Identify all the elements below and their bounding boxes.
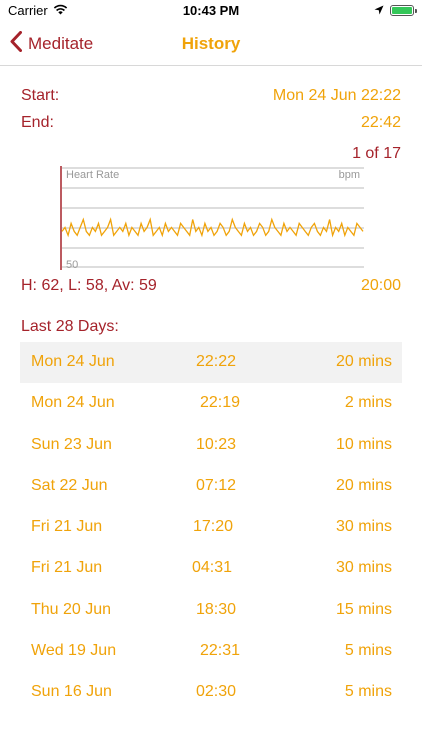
end-row: End: 22:42 [21, 114, 401, 132]
history-duration: 10 mins [335, 435, 392, 453]
start-value: Mon 24 Jun 22:22 [272, 87, 401, 104]
start-row: Start: Mon 24 Jun 22:22 [21, 87, 401, 105]
history-row[interactable]: Fri 21 Jun 04:31 30 mins [20, 548, 402, 589]
history-list: Mon 24 Jun 22:22 20 mins Mon 24 Jun 22:1… [20, 342, 402, 714]
history-time: 22:31 [200, 642, 241, 660]
history-row[interactable]: Sun 16 Jun 02:30 5 mins [20, 672, 402, 713]
history-time: 10:23 [196, 435, 237, 453]
history-screen: Carrier 10:43 PM Meditate History Start:… [0, 0, 422, 750]
history-row[interactable]: Fri 21 Jun 17:20 30 mins [20, 507, 402, 548]
history-duration: 5 mins [344, 642, 392, 660]
stats-row: H: 62, L: 58, Av: 59 20:00 [21, 277, 401, 295]
history-duration: 15 mins [335, 600, 392, 618]
chart-y-tick-label: 50 [66, 259, 78, 270]
end-value: 22:42 [360, 114, 401, 131]
page-title: History [181, 34, 241, 53]
history-time: 18:30 [196, 600, 237, 618]
battery-icon [390, 5, 417, 16]
status-time: 10:43 PM [182, 3, 240, 18]
battery-level [392, 7, 412, 14]
history-duration: 20 mins [335, 476, 392, 494]
history-duration: 30 mins [335, 559, 392, 577]
history-duration: 5 mins [344, 683, 392, 701]
history-row[interactable]: Mon 24 Jun 22:22 20 mins [20, 342, 402, 384]
history-time: 07:12 [196, 476, 237, 494]
status-right [374, 3, 417, 18]
history-date: Fri 21 Jun [31, 559, 103, 577]
history-date: Mon 24 Jun [31, 394, 115, 412]
history-date: Mon 24 Jun [31, 353, 115, 370]
history-date: Sun 16 Jun [31, 683, 112, 701]
chart-unit-label: bpm [339, 169, 360, 181]
start-label: Start: [21, 87, 60, 104]
history-duration: 2 mins [344, 394, 392, 412]
history-row[interactable]: Thu 20 Jun 18:30 15 mins [20, 590, 402, 631]
session-duration: 20:00 [360, 277, 401, 294]
end-label: End: [21, 114, 54, 131]
navigation-bar: Meditate History [0, 22, 422, 66]
history-date: Fri 21 Jun [31, 518, 103, 536]
chart-title: Heart Rate [66, 169, 119, 181]
history-duration: 20 mins [335, 353, 392, 370]
history-row[interactable]: Wed 19 Jun 22:31 5 mins [20, 631, 402, 672]
history-time: 22:22 [196, 353, 237, 370]
history-row[interactable]: Sun 23 Jun 10:23 10 mins [20, 425, 402, 466]
history-time: 02:30 [196, 683, 237, 701]
heart-rate-chart[interactable]: Heart Rate bpm 50 [60, 166, 364, 270]
history-date: Sun 23 Jun [31, 435, 112, 453]
history-date: Sat 22 Jun [31, 476, 108, 494]
history-section-header: Last 28 Days: [21, 318, 119, 335]
status-bar: Carrier 10:43 PM [0, 0, 422, 22]
history-date: Wed 19 Jun [31, 642, 117, 660]
history-time: 22:19 [200, 394, 241, 412]
location-arrow-icon [374, 3, 384, 18]
history-time: 17:20 [193, 518, 234, 536]
history-duration: 30 mins [335, 518, 392, 536]
history-time: 04:31 [192, 559, 233, 577]
history-date: Thu 20 Jun [31, 600, 112, 618]
heart-rate-summary: H: 62, L: 58, Av: 59 [21, 277, 157, 294]
page-indicator: 1 of 17 [352, 145, 401, 162]
heart-rate-series-line [61, 217, 364, 238]
history-row[interactable]: Mon 24 Jun 22:19 2 mins [20, 383, 402, 424]
history-row[interactable]: Sat 22 Jun 07:12 20 mins [20, 466, 402, 507]
